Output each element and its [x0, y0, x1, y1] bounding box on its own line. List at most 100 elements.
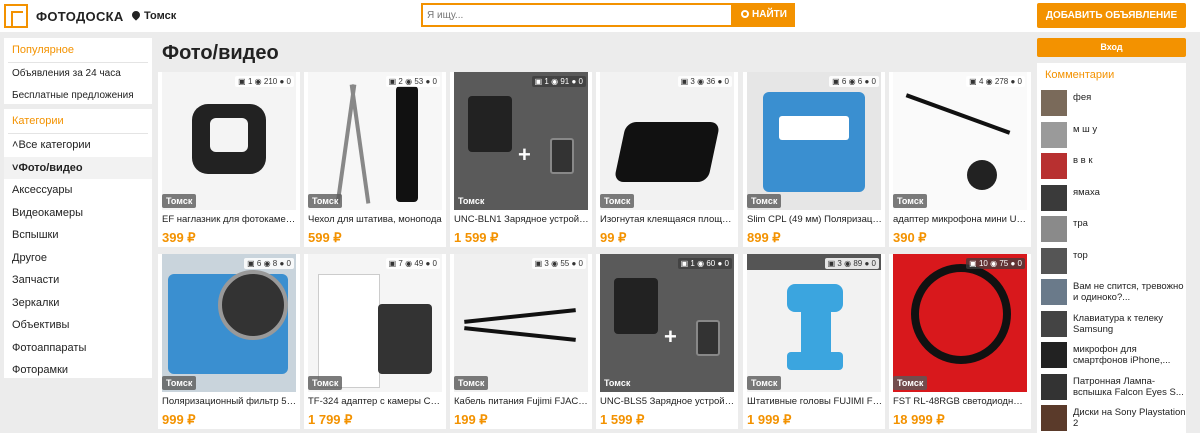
login-button[interactable]: Вход — [1037, 38, 1186, 57]
comment-icon: ● — [717, 259, 723, 268]
logo-icon[interactable] — [4, 4, 28, 28]
listing-card[interactable]: ▣ 10 ◉ 75 ● 0 Томск FST RL-48RGB светодиод… — [889, 254, 1031, 429]
listing-photo[interactable] — [747, 72, 881, 210]
category-current[interactable]: ˅Фото/видео — [4, 156, 152, 179]
listing-title[interactable]: Кабель питания Fujimi FJAC . C... — [454, 396, 590, 407]
listing-title[interactable]: Slim CPL (49 мм) Поляризацио... — [747, 214, 883, 225]
search-input[interactable] — [421, 3, 733, 27]
add-listing-button[interactable]: ДОБАВИТЬ ОБЪЯВЛЕНИЕ — [1037, 3, 1186, 28]
listing-card[interactable]: + ▣ 1 ◉ 91 ● 0 Томск UNC-BLN1 Зарядное устр… — [450, 72, 592, 247]
comment-item[interactable]: Клавиатура к телеку Samsung — [1041, 309, 1193, 339]
category-parts[interactable]: Запчасти — [4, 269, 152, 292]
category-cameras[interactable]: Фотоаппараты — [4, 337, 152, 360]
comment-thumbnail[interactable] — [1041, 310, 1067, 337]
listing-card[interactable]: ▣ 7 ◉ 49 ● 0 Томск TF-324 адаптер с камеры… — [304, 254, 446, 429]
listing-photo[interactable] — [747, 254, 881, 392]
comment-thumbnail[interactable] — [1041, 342, 1067, 368]
listing-photo[interactable] — [454, 254, 588, 392]
listing-card[interactable]: ▣ 6 ◉ 8 ● 0 Томск Поляризационный фильтр 5… — [158, 254, 300, 429]
photo-count: 3 — [690, 77, 695, 86]
comment-text[interactable]: ямаха — [1073, 187, 1189, 198]
listing-card[interactable]: ▣ 3 ◉ 89 ● 0 Томск Штативные головы FUJIMI… — [743, 254, 885, 429]
comment-item[interactable]: ямаха — [1041, 183, 1193, 213]
listing-card[interactable]: ▣ 3 ◉ 55 ● 0 Томск Кабель питания Fujimi F… — [450, 254, 592, 429]
comment-thumbnail[interactable] — [1041, 373, 1067, 400]
listing-photo[interactable] — [162, 254, 296, 392]
listing-title[interactable]: UNC-BLN1 Зарядное устройст... — [454, 214, 590, 225]
listing-title[interactable]: EF наглазник для фотокамер ... — [162, 214, 298, 225]
comment-item[interactable]: в в к — [1041, 151, 1193, 181]
brand-name[interactable]: ФОТОДОСКА — [36, 9, 124, 24]
comment-text[interactable]: м ш у — [1073, 124, 1189, 135]
view-count: 8 — [272, 259, 278, 268]
listing-title[interactable]: FST RL-48RGB светодиодный к... — [893, 396, 1029, 407]
listing-card[interactable]: ▣ 2 ◉ 53 ● 0 Томск Чехол для штатива, моно… — [304, 72, 446, 247]
comment-item[interactable]: Диски на Sony Playstation 2 — [1041, 403, 1193, 433]
comment-text[interactable]: тра — [1073, 218, 1189, 229]
comment-item[interactable]: м ш у — [1041, 120, 1193, 150]
camera-icon: ▣ — [238, 77, 246, 86]
listing-title[interactable]: UNC-BLS5 Зарядное устройст... — [600, 396, 736, 407]
comment-thumbnail[interactable] — [1041, 216, 1067, 242]
listing-title[interactable]: адаптер микрофона мини USB... — [893, 214, 1029, 225]
comment-item[interactable]: тра — [1041, 214, 1193, 244]
listing-photo[interactable] — [308, 254, 442, 392]
category-accessories[interactable]: Аксессуары — [4, 179, 152, 202]
camera-icon: ▣ — [388, 77, 397, 86]
comment-text[interactable]: Клавиатура к телеку Samsung — [1073, 313, 1189, 335]
link-free-offers[interactable]: Бесплатные предложения — [4, 85, 152, 107]
listing-card[interactable]: + ▣ 1 ◉ 60 ● 0 Томск UNC-BLS5 Зарядное устр… — [596, 254, 738, 429]
comment-thumbnail[interactable] — [1041, 405, 1067, 431]
listing-photo[interactable] — [893, 72, 1027, 210]
comment-text[interactable]: в в к — [1073, 155, 1189, 166]
category-other[interactable]: Другое — [4, 247, 152, 270]
comment-text[interactable]: микрофон для смартфонов iPhone,... — [1073, 344, 1189, 366]
listing-stats: ▣ 10 ◉ 75 ● 0 — [966, 258, 1025, 269]
camera-icon: ▣ — [388, 259, 397, 268]
listing-photo[interactable]: + — [600, 254, 734, 392]
category-videocameras[interactable]: Видеокамеры — [4, 202, 152, 225]
category-flashes[interactable]: Вспышки — [4, 224, 152, 247]
location-pin-icon — [130, 9, 142, 21]
comment-thumbnail[interactable] — [1041, 90, 1067, 116]
city-badge: Томск — [308, 376, 343, 390]
category-lenses[interactable]: Объективы — [4, 314, 152, 337]
listing-photo[interactable] — [162, 72, 296, 210]
listing-photo[interactable] — [308, 72, 442, 210]
view-count: 278 — [994, 77, 1009, 86]
comment-thumbnail[interactable] — [1041, 247, 1067, 274]
listing-card[interactable]: ▣ 6 ◉ 6 ● 0 Томск Slim CPL (49 мм) Поляриз… — [743, 72, 885, 247]
listing-photo[interactable] — [893, 254, 1027, 392]
listing-photo[interactable]: + — [454, 72, 588, 210]
comment-text[interactable]: Вам не спится, тревожно и одиноко?... — [1073, 281, 1189, 303]
listing-title[interactable]: Изогнутая клеящаяся площад... — [600, 214, 736, 225]
link-last-24h[interactable]: Объявления за 24 часа — [4, 63, 152, 85]
listing-title[interactable]: Чехол для штатива, монопода — [308, 214, 444, 225]
listing-card[interactable]: ▣ 3 ◉ 36 ● 0 Томск Изогнутая клеящаяся пло… — [596, 72, 738, 247]
comment-thumbnail[interactable] — [1041, 121, 1067, 148]
listing-title[interactable]: Поляризационный фильтр 55 ... — [162, 396, 298, 407]
category-frames[interactable]: Фоторамки — [4, 359, 152, 382]
comment-item[interactable]: фея — [1041, 88, 1193, 118]
comment-text[interactable]: тор — [1073, 250, 1189, 261]
category-dslr[interactable]: Зеркалки — [4, 292, 152, 315]
comment-item[interactable]: микрофон для смартфонов iPhone,... — [1041, 340, 1193, 370]
listing-photo[interactable] — [600, 72, 734, 210]
comment-text[interactable]: Диски на Sony Playstation 2 — [1073, 407, 1189, 429]
comment-item[interactable]: Патронная Лампа-вспышка Falcon Eyes S... — [1041, 372, 1193, 402]
city-selector[interactable]: Томск — [130, 9, 176, 22]
comment-item[interactable]: тор — [1041, 246, 1193, 276]
comment-item[interactable]: Вам не спится, тревожно и одиноко?... — [1041, 277, 1193, 307]
comment-thumbnail[interactable] — [1041, 153, 1067, 179]
listing-title[interactable]: Штативные головы FUJIMI FL... — [747, 396, 883, 407]
listing-card[interactable]: ▣ 4 ◉ 278 ● 0 Томск адаптер микрофона мини… — [889, 72, 1031, 247]
listing-card[interactable]: ▣ 1 ◉ 210 ● 0 Томск EF наглазник для фоток… — [158, 72, 300, 247]
comment-text[interactable]: Патронная Лампа-вспышка Falcon Eyes S... — [1073, 376, 1189, 398]
comment-text[interactable]: фея — [1073, 92, 1189, 103]
comment-icon: ● — [717, 77, 723, 86]
search-button[interactable]: НАЙТИ — [733, 3, 795, 27]
comment-thumbnail[interactable] — [1041, 279, 1067, 305]
category-all[interactable]: ˄Все категории — [4, 134, 152, 157]
listing-title[interactable]: TF-324 адаптер с камеры Can... — [308, 396, 444, 407]
comment-thumbnail[interactable] — [1041, 184, 1067, 211]
